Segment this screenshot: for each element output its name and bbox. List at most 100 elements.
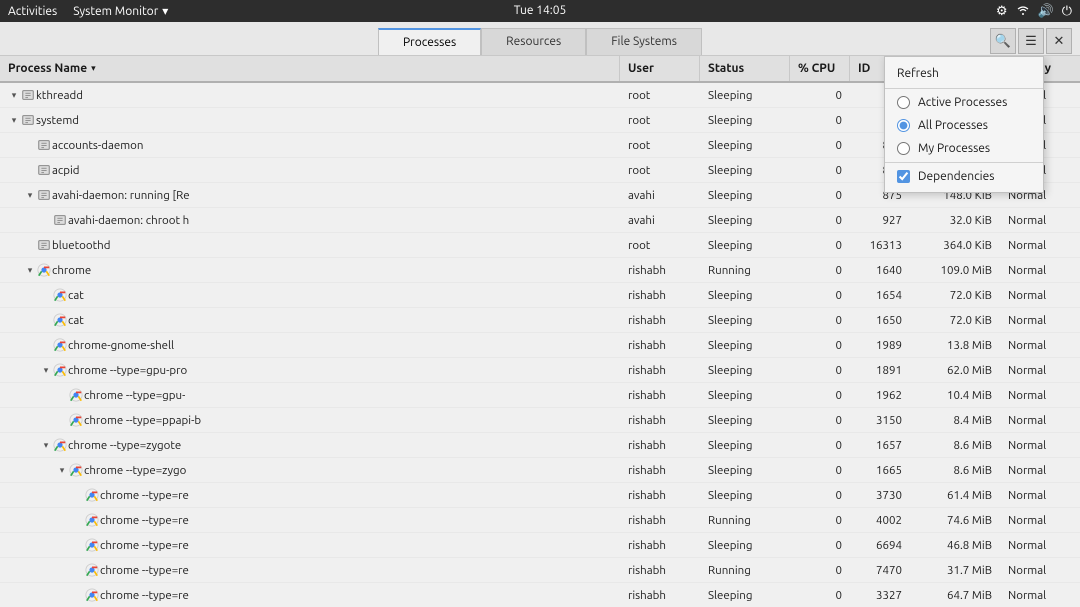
table-row[interactable]: chrome --type=rerishabhSleeping0373061.4… [0, 483, 1080, 508]
process-name-text: chrome --type=zygo [84, 464, 186, 477]
network-icon[interactable] [1016, 3, 1030, 20]
my-processes-radio[interactable] [897, 142, 910, 155]
my-processes-label: My Processes [918, 142, 990, 155]
activities-button[interactable]: Activities [8, 5, 57, 18]
table-row[interactable]: catrishabhSleeping0165472.0 KiBNormal [0, 283, 1080, 308]
expand-arrow-icon[interactable]: ▾ [56, 464, 68, 476]
process-name-cell: cat [0, 308, 620, 332]
expand-arrow-icon[interactable]: ▾ [8, 114, 20, 126]
table-row[interactable]: avahi-daemon: chroot havahiSleeping09273… [0, 208, 1080, 233]
expand-arrow-icon[interactable] [72, 489, 84, 501]
all-processes-label: All Processes [918, 119, 988, 132]
tab-bar-actions: 🔍 ☰ ✕ [990, 28, 1072, 54]
chrome-icon [52, 437, 68, 453]
process-name-cell: chrome --type=re [0, 483, 620, 507]
status-cell: Sleeping [700, 133, 790, 157]
power-icon[interactable]: ⏻ [1062, 4, 1072, 19]
dependencies-option[interactable]: Dependencies [885, 165, 1043, 188]
priority-cell: Normal [1000, 433, 1080, 457]
expand-arrow-icon[interactable] [72, 539, 84, 551]
process-name-cell: ▾ chrome --type=zygote [0, 433, 620, 457]
active-processes-radio[interactable] [897, 96, 910, 109]
process-name-text: chrome --type=re [100, 589, 189, 602]
tab-processes[interactable]: Processes [378, 28, 481, 55]
table-row[interactable]: chrome --type=rerishabhSleeping0332764.7… [0, 583, 1080, 607]
dependencies-checkbox[interactable] [897, 170, 910, 183]
menu-button[interactable]: ☰ [1018, 28, 1044, 54]
all-processes-radio[interactable] [897, 119, 910, 132]
volume-icon[interactable]: 🔊 [1038, 4, 1054, 19]
process-name-cell: avahi-daemon: chroot h [0, 208, 620, 232]
expand-arrow-icon[interactable] [72, 514, 84, 526]
status-cell: Running [700, 258, 790, 282]
user-cell: rishabh [620, 508, 700, 532]
table-row[interactable]: chrome --type=rerishabhSleeping0669446.8… [0, 533, 1080, 558]
process-name-text: chrome [52, 264, 91, 277]
expand-arrow-icon[interactable] [72, 589, 84, 601]
expand-arrow-icon[interactable]: ▾ [40, 364, 52, 376]
table-row[interactable]: ▾ chrome --type=zygorishabhSleeping01665… [0, 458, 1080, 483]
expand-arrow-icon[interactable] [56, 414, 68, 426]
table-row[interactable]: ▾ chrome --type=zygoterishabhSleeping016… [0, 433, 1080, 458]
expand-arrow-icon[interactable] [24, 139, 36, 151]
tab-file-systems[interactable]: File Systems [586, 28, 702, 55]
wireless-icon[interactable]: ⚙ [996, 4, 1008, 19]
gear-icon [36, 137, 52, 153]
col-status[interactable]: Status [700, 56, 790, 81]
priority-cell: Normal [1000, 258, 1080, 282]
table-row[interactable]: chrome --type=rerishabhRunning0747031.7 … [0, 558, 1080, 583]
col-process-name[interactable]: Process Name ▾ [0, 56, 620, 81]
tab-resources[interactable]: Resources [481, 28, 586, 55]
cpu-cell: 0 [790, 283, 850, 307]
cpu-cell: 0 [790, 483, 850, 507]
expand-arrow-icon[interactable] [40, 214, 52, 226]
expand-arrow-icon[interactable]: ▾ [24, 189, 36, 201]
priority-cell: Normal [1000, 308, 1080, 332]
expand-arrow-icon[interactable] [40, 289, 52, 301]
close-button[interactable]: ✕ [1046, 28, 1072, 54]
cpu-cell: 0 [790, 408, 850, 432]
expand-arrow-icon[interactable] [56, 389, 68, 401]
process-name-cell: ▾ kthreadd [0, 83, 620, 107]
refresh-item[interactable]: Refresh [885, 61, 1043, 86]
expand-arrow-icon[interactable]: ▾ [8, 89, 20, 101]
expand-arrow-icon[interactable] [24, 164, 36, 176]
id-cell: 1962 [850, 383, 910, 407]
user-cell: rishabh [620, 458, 700, 482]
expand-arrow-icon[interactable] [72, 564, 84, 576]
table-row[interactable]: chrome --type=rerishabhRunning0400274.6 … [0, 508, 1080, 533]
process-name-text: avahi-daemon: chroot h [68, 214, 189, 227]
app-menu[interactable]: System Monitor ▾ [73, 4, 168, 18]
search-button[interactable]: 🔍 [990, 28, 1016, 54]
expand-arrow-icon[interactable]: ▾ [40, 439, 52, 451]
process-name-cell: chrome --type=ppapi-b [0, 408, 620, 432]
table-row[interactable]: ▾ chrome --type=gpu-prorishabhSleeping01… [0, 358, 1080, 383]
table-row[interactable]: catrishabhSleeping0165072.0 KiBNormal [0, 308, 1080, 333]
expand-arrow-icon[interactable]: ▾ [24, 264, 36, 276]
cpu-cell: 0 [790, 108, 850, 132]
chrome-icon [84, 562, 100, 578]
table-row[interactable]: chrome --type=gpu-rishabhSleeping0196210… [0, 383, 1080, 408]
col-cpu[interactable]: % CPU [790, 56, 850, 81]
table-row[interactable]: chrome-gnome-shellrishabhSleeping0198913… [0, 333, 1080, 358]
status-cell: Sleeping [700, 458, 790, 482]
user-cell: rishabh [620, 558, 700, 582]
my-processes-option[interactable]: My Processes [885, 137, 1043, 160]
chrome-icon [68, 412, 84, 428]
table-row[interactable]: bluetoothdrootSleeping016313364.0 KiBNor… [0, 233, 1080, 258]
id-cell: 3730 [850, 483, 910, 507]
expand-arrow-icon[interactable] [40, 314, 52, 326]
memory-cell: 31.7 MiB [910, 558, 1000, 582]
priority-cell: Normal [1000, 358, 1080, 382]
col-user[interactable]: User [620, 56, 700, 81]
expand-arrow-icon[interactable] [40, 339, 52, 351]
active-processes-option[interactable]: Active Processes [885, 91, 1043, 114]
all-processes-option[interactable]: All Processes [885, 114, 1043, 137]
memory-cell: 8.6 MiB [910, 433, 1000, 457]
expand-arrow-icon[interactable] [24, 239, 36, 251]
table-row[interactable]: ▾ chromerishabhRunning01640109.0 MiBNorm… [0, 258, 1080, 283]
status-cell: Sleeping [700, 208, 790, 232]
table-row[interactable]: chrome --type=ppapi-brishabhSleeping0315… [0, 408, 1080, 433]
process-name-text: chrome --type=re [100, 539, 189, 552]
user-cell: rishabh [620, 533, 700, 557]
